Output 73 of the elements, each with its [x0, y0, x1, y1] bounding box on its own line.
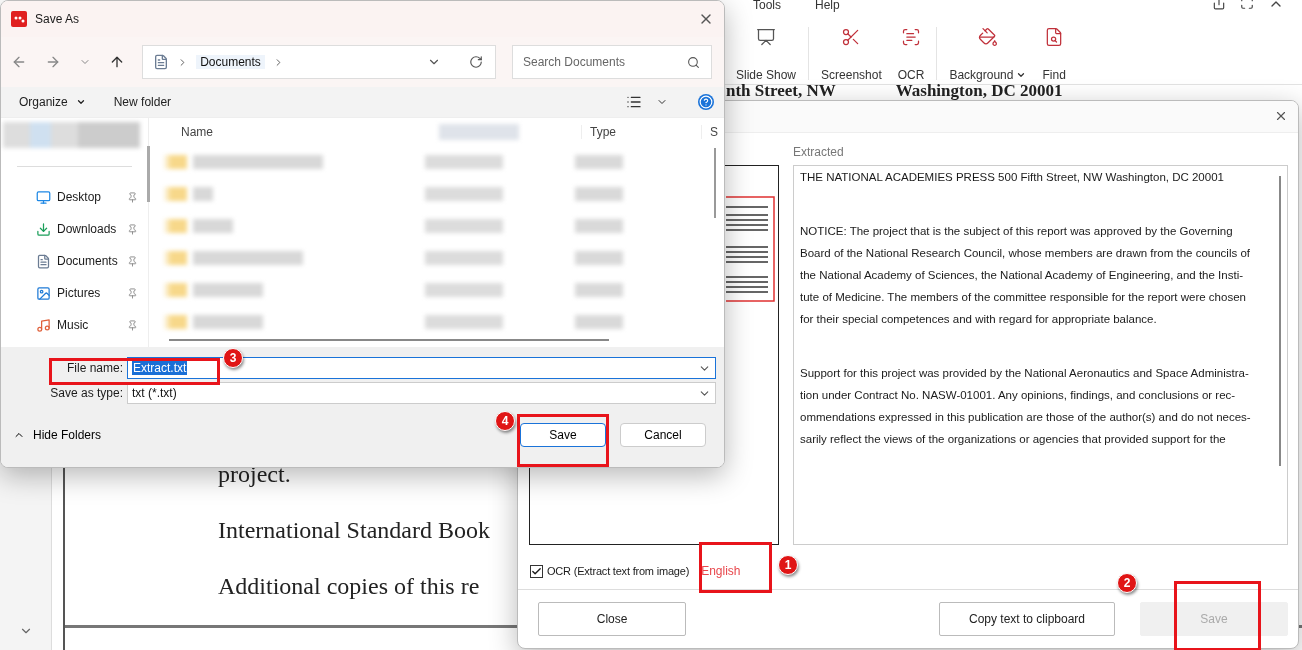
pin-icon [127, 255, 138, 267]
text-line: sarily reflect the views of the organizations or agencies that provided support for the [800, 431, 1227, 447]
pin-icon [127, 287, 138, 299]
downloads-icon [36, 221, 51, 237]
view-menu-icon[interactable] [626, 94, 642, 110]
text-line: for their special competences and with regard for appropriate balance. [800, 311, 1158, 327]
sidebar-item[interactable]: Pictures [1, 277, 148, 309]
sidebar-item[interactable]: Downloads [1, 213, 148, 245]
toolbar-button[interactable]: Background [941, 27, 1035, 84]
field-label: Save as type: [49, 386, 124, 400]
pictures-icon [36, 285, 51, 301]
window-title: Save As [35, 12, 81, 26]
command-button[interactable]: New folder [113, 95, 172, 109]
text-line: NOTICE: The project that is the subject of this report was approved by the Governing [800, 223, 1234, 239]
document-text: Additional copies of this re [218, 572, 480, 601]
pin-icon [127, 319, 138, 331]
text-line: THE NATIONAL ACADEMIES PRESS 500 Fifth Street, NW Washington, DC 20001 [800, 169, 1225, 185]
search-icon[interactable] [687, 56, 700, 69]
column-header[interactable]: S [701, 125, 724, 139]
slideshow-icon [756, 27, 776, 48]
text-line: tute of Medicine. The members of the committee responsible for the report were chosen [800, 289, 1247, 305]
desktop-icon [36, 189, 51, 205]
caret-icon [1016, 70, 1027, 80]
pin-icon [127, 191, 138, 203]
checkbox-label: OCR (Extract text from image) [547, 565, 690, 578]
text-line: the National Academy of Sciences, the National Academy of Engineering, and the Insti- [800, 267, 1244, 283]
field-label: File name: [65, 361, 124, 375]
toolbar-button[interactable]: Find [1034, 27, 1074, 84]
music-icon [36, 317, 51, 333]
ocr-checkbox[interactable] [530, 564, 543, 578]
document-text: project. [218, 460, 291, 489]
language-link[interactable]: English [701, 564, 741, 579]
caret-icon [75, 97, 86, 107]
dialog-button[interactable]: Cancel [620, 423, 706, 447]
dialog-button[interactable]: Save [520, 423, 606, 447]
share-icon[interactable] [1212, 0, 1226, 10]
dialog-button[interactable]: Copy text to clipboard [939, 602, 1115, 636]
back-icon[interactable] [11, 54, 27, 70]
search-field[interactable]: Search Documents [512, 45, 712, 79]
menu-item[interactable]: Tools [753, 0, 781, 12]
text-line: ommendations expressed in this publication are those of the author(s) and do not neces- [800, 409, 1252, 425]
toolbar-button[interactable]: Slide Show [728, 27, 805, 84]
menu-item[interactable]: Help [815, 0, 840, 12]
document-text: International Standard Book [218, 516, 490, 545]
documents-icon [36, 253, 51, 269]
document-icon [153, 54, 170, 70]
text-line: tion under Contract No. NASW-01001. Any opinions, findings, and conclusions or rec- [800, 387, 1237, 403]
document-text: Washington, DC 20001 [895, 85, 1063, 99]
sidebar-item[interactable]: Documents [1, 245, 148, 277]
pin-icon [127, 223, 138, 235]
column-header[interactable]: Name [159, 125, 431, 139]
help-icon[interactable] [698, 94, 714, 110]
fullscreen-icon[interactable] [1240, 0, 1254, 10]
address-bar[interactable]: Documents [142, 45, 496, 79]
sidebar-item[interactable]: Music [1, 309, 148, 341]
text-line: Board of the National Research Council, whose members are drawn from the councils of [800, 245, 1251, 261]
ocr-icon [901, 27, 922, 48]
up-icon[interactable] [109, 54, 125, 70]
file-type-dropdown[interactable]: txt (*.txt) [127, 382, 716, 404]
hide-folders-button[interactable]: Hide Folders [11, 428, 102, 442]
app-logo-icon [11, 11, 27, 27]
extracted-label: Extracted [793, 144, 845, 159]
document-text: nth Street, NW [726, 85, 836, 99]
toolbar-button[interactable]: Screenshot [813, 27, 890, 84]
command-button[interactable]: Organize [19, 95, 86, 109]
extracted-text-area[interactable] [793, 164, 1288, 546]
sidebar-item[interactable]: Desktop [1, 181, 148, 213]
text-line: Support for this project was provided by the National Aeronautics and Space Administra- [800, 365, 1250, 381]
dialog-button[interactable]: Close [538, 602, 687, 636]
refresh-icon[interactable] [469, 55, 483, 69]
toolbar-button[interactable]: OCR [889, 27, 933, 84]
forward-icon[interactable] [45, 54, 61, 70]
column-header[interactable]: Type [581, 125, 701, 139]
